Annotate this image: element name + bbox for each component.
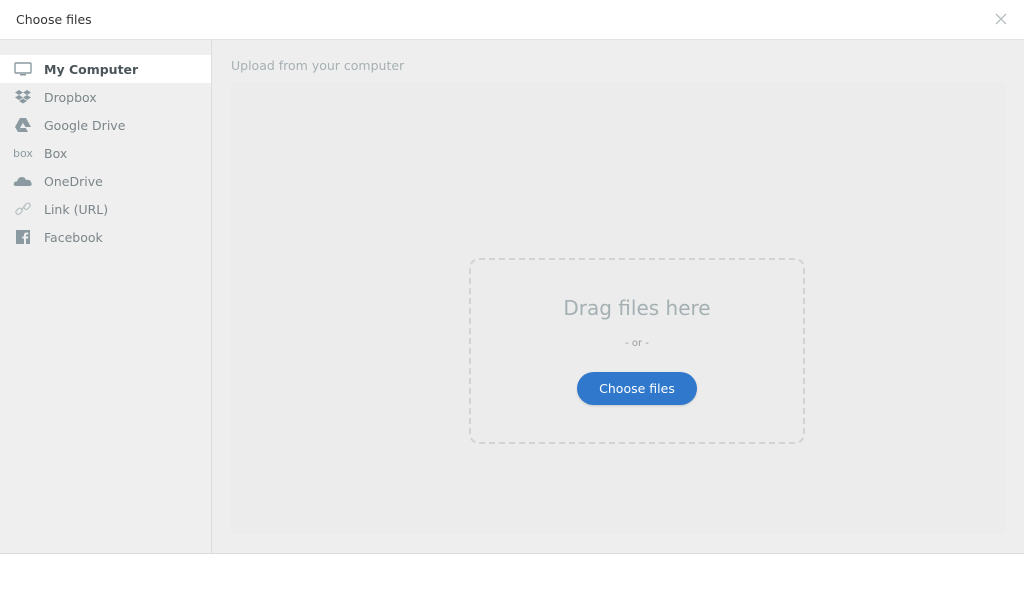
sidebar-item-facebook[interactable]: Facebook xyxy=(0,223,211,251)
monitor-icon xyxy=(13,61,33,77)
modal-body: My Computer Dropbox Google Drive box Box xyxy=(0,40,1024,554)
sidebar-item-dropbox[interactable]: Dropbox xyxy=(0,83,211,111)
sidebar-item-link-url[interactable]: Link (URL) xyxy=(0,195,211,223)
sidebar-item-label: Google Drive xyxy=(44,117,126,133)
onedrive-icon xyxy=(13,173,33,189)
sidebar-item-label: Box xyxy=(44,145,68,161)
sidebar-item-google-drive[interactable]: Google Drive xyxy=(0,111,211,139)
sidebar-item-label: My Computer xyxy=(44,61,139,77)
upload-main: Upload from your computer Drag files her… xyxy=(213,40,1024,553)
upload-panel: Drag files here - or - Choose files xyxy=(231,82,1005,534)
sidebar-item-label: OneDrive xyxy=(44,173,103,189)
sidebar-item-label: Facebook xyxy=(44,229,103,245)
file-picker-modal: Choose files My Computer Dropbox Google … xyxy=(0,0,1024,611)
modal-footer xyxy=(0,554,1024,611)
sidebar-item-label: Dropbox xyxy=(44,89,97,105)
choose-files-button[interactable]: Choose files xyxy=(577,372,697,405)
close-icon xyxy=(995,13,1007,25)
dropbox-icon xyxy=(13,89,33,105)
sidebar-item-box[interactable]: box Box xyxy=(0,139,211,167)
drag-files-text: Drag files here xyxy=(563,296,711,320)
box-icon: box xyxy=(13,146,33,160)
sidebar-item-label: Link (URL) xyxy=(44,201,109,217)
or-separator: - or - xyxy=(625,338,649,349)
dropzone[interactable]: Drag files here - or - Choose files xyxy=(469,258,805,444)
modal-header: Choose files xyxy=(0,0,1024,40)
facebook-icon xyxy=(13,229,33,245)
sidebar-item-my-computer[interactable]: My Computer xyxy=(0,55,211,83)
section-title: Upload from your computer xyxy=(231,58,405,73)
link-icon xyxy=(13,201,33,217)
modal-title: Choose files xyxy=(16,12,92,27)
google-drive-icon xyxy=(13,117,33,133)
sidebar-item-onedrive[interactable]: OneDrive xyxy=(0,167,211,195)
close-button[interactable] xyxy=(994,11,1008,25)
source-sidebar: My Computer Dropbox Google Drive box Box xyxy=(0,40,212,553)
